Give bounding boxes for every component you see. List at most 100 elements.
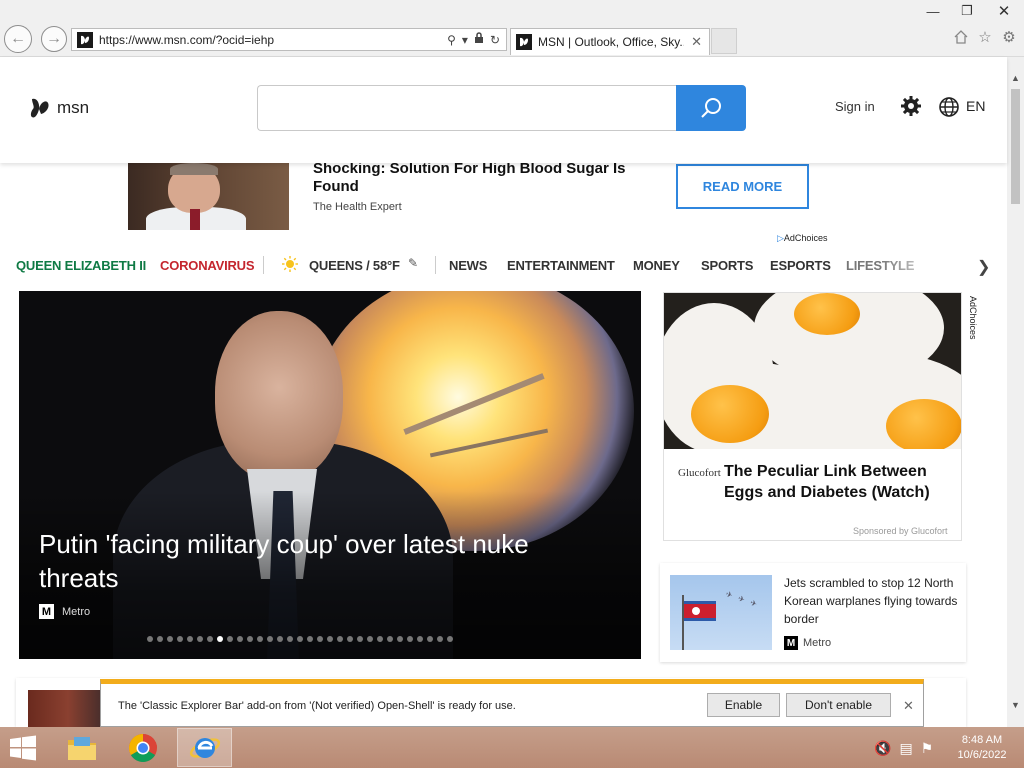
enable-button[interactable]: Enable	[707, 693, 780, 717]
carousel-dot[interactable]	[197, 636, 203, 642]
carousel-dot[interactable]	[277, 636, 283, 642]
carousel-dot[interactable]	[157, 636, 163, 642]
settings-gear-icon[interactable]: ⚙	[1000, 28, 1018, 46]
taskbar-clock[interactable]: 8:48 AM 10/6/2022	[952, 733, 1012, 763]
read-more-button[interactable]: READ MORE	[676, 164, 809, 209]
page-scrollbar[interactable]: ▲ ▼	[1007, 57, 1024, 727]
nav-divider	[435, 256, 436, 274]
dropdown-icon[interactable]: ▾	[462, 33, 468, 47]
hero-title[interactable]: Putin 'facing military coup' over latest…	[39, 527, 599, 595]
close-tab-icon[interactable]: ✕	[691, 34, 702, 50]
favorites-star-icon[interactable]: ☆	[976, 28, 994, 46]
file-explorer-taskbar-button[interactable]	[54, 728, 109, 767]
carousel-dot[interactable]	[447, 636, 453, 642]
arrow-right-icon: →	[46, 30, 62, 47]
back-button[interactable]: ←	[4, 25, 32, 53]
search-icon[interactable]: ⚲	[447, 33, 456, 47]
close-notification-icon[interactable]: ✕	[903, 698, 914, 714]
maximize-button[interactable]: ❐	[950, 0, 984, 22]
nav-entertainment[interactable]: ENTERTAINMENT	[507, 258, 615, 273]
globe-icon[interactable]	[938, 96, 960, 118]
nav-sports[interactable]: SPORTS	[701, 258, 753, 273]
dont-enable-button[interactable]: Don't enable	[786, 693, 891, 717]
carousel-dot[interactable]	[367, 636, 373, 642]
nav-esports[interactable]: ESPORTS	[770, 258, 831, 273]
ad-title[interactable]: Shocking: Solution For High Blood Sugar …	[313, 160, 673, 196]
tab-msn[interactable]: MSN | Outlook, Office, Sky... ✕	[510, 28, 710, 55]
new-tab-button[interactable]	[711, 28, 737, 54]
adchoices-link[interactable]: ▷AdChoices	[777, 233, 827, 244]
carousel-dot[interactable]	[417, 636, 423, 642]
network-icon[interactable]: ▤	[899, 740, 912, 757]
carousel-dot[interactable]	[317, 636, 323, 642]
ad-banner[interactable]: Shocking: Solution For High Blood Sugar …	[128, 160, 855, 230]
volume-muted-icon[interactable]: 🔇	[874, 740, 891, 757]
action-center-flag-icon[interactable]: ⚑	[921, 740, 934, 757]
carousel-dot[interactable]	[167, 636, 173, 642]
carousel-dot[interactable]	[267, 636, 273, 642]
search-input[interactable]	[257, 85, 677, 131]
sponsored-title[interactable]: The Peculiar Link Between Eggs and Diabe…	[724, 461, 954, 503]
carousel-dot[interactable]	[147, 636, 153, 642]
sponsored-card[interactable]: Glucofort The Peculiar Link Between Eggs…	[663, 292, 962, 541]
hero-story[interactable]: Putin 'facing military coup' over latest…	[19, 291, 641, 659]
nav-money[interactable]: MONEY	[633, 258, 680, 273]
carousel-dot[interactable]	[437, 636, 443, 642]
minimize-button[interactable]: —	[916, 0, 950, 22]
home-icon[interactable]	[952, 28, 970, 46]
carousel-dot[interactable]	[337, 636, 343, 642]
nav-news[interactable]: NEWS	[449, 258, 487, 273]
chrome-taskbar-button[interactable]	[115, 728, 170, 767]
carousel-dot[interactable]	[237, 636, 243, 642]
nav-queen-elizabeth[interactable]: QUEEN ELIZABETH II	[16, 258, 146, 273]
news-title[interactable]: Jets scrambled to stop 12 North Korean w…	[784, 574, 959, 628]
scroll-down-arrow[interactable]: ▼	[1007, 696, 1024, 713]
carousel-dot[interactable]	[407, 636, 413, 642]
search-button[interactable]	[676, 85, 746, 131]
carousel-dot[interactable]	[177, 636, 183, 642]
carousel-dot[interactable]	[357, 636, 363, 642]
ad-image[interactable]	[128, 163, 289, 230]
scroll-thumb[interactable]	[1011, 89, 1020, 204]
news-image[interactable]: ✈ ✈ ✈	[670, 575, 772, 650]
edit-location-icon[interactable]: ✎	[408, 256, 418, 270]
carousel-dot[interactable]	[187, 636, 193, 642]
address-bar[interactable]: https://www.msn.com/?ocid=iehp ⚲ ▾ ↻	[71, 28, 507, 51]
carousel-dot[interactable]	[247, 636, 253, 642]
addon-notification-bar: The 'Classic Explorer Bar' add-on from '…	[100, 679, 924, 727]
forward-button[interactable]: →	[41, 26, 67, 52]
close-window-button[interactable]: ✕	[984, 0, 1024, 22]
chevron-right-icon[interactable]: ❯	[977, 257, 990, 277]
language-selector[interactable]: EN	[966, 98, 985, 114]
carousel-dot[interactable]	[347, 636, 353, 642]
news-card[interactable]: ✈ ✈ ✈ Jets scrambled to stop 12 North Ko…	[660, 563, 966, 662]
msn-favicon	[516, 34, 532, 50]
scroll-up-arrow[interactable]: ▲	[1007, 69, 1024, 86]
windows-start-icon[interactable]	[9, 735, 37, 761]
adchoices-link[interactable]: AdChoices	[966, 296, 980, 356]
carousel-dot[interactable]	[217, 636, 223, 642]
msn-logo[interactable]: msn	[29, 95, 89, 121]
carousel-dot[interactable]	[327, 636, 333, 642]
lock-icon[interactable]	[474, 32, 484, 47]
carousel-dot[interactable]	[377, 636, 383, 642]
internet-explorer-taskbar-button[interactable]	[177, 728, 232, 767]
butterfly-logo-icon	[30, 98, 49, 118]
carousel-dot[interactable]	[307, 636, 313, 642]
sign-in-link[interactable]: Sign in	[835, 99, 875, 114]
carousel-dot[interactable]	[207, 636, 213, 642]
carousel-dot[interactable]	[427, 636, 433, 642]
carousel-dot[interactable]	[387, 636, 393, 642]
refresh-icon[interactable]: ↻	[490, 33, 500, 47]
carousel-dot[interactable]	[287, 636, 293, 642]
nav-coronavirus[interactable]: CORONAVIRUS	[160, 258, 255, 273]
carousel-dot[interactable]	[227, 636, 233, 642]
carousel-dot[interactable]	[397, 636, 403, 642]
carousel-dot[interactable]	[297, 636, 303, 642]
nav-weather[interactable]: QUEENS / 58°F	[309, 258, 400, 273]
gear-icon[interactable]	[900, 95, 922, 117]
url-text[interactable]: https://www.msn.com/?ocid=iehp	[99, 33, 447, 47]
carousel-dot[interactable]	[257, 636, 263, 642]
news-image[interactable]	[28, 690, 108, 727]
eggs-image[interactable]	[664, 293, 961, 449]
